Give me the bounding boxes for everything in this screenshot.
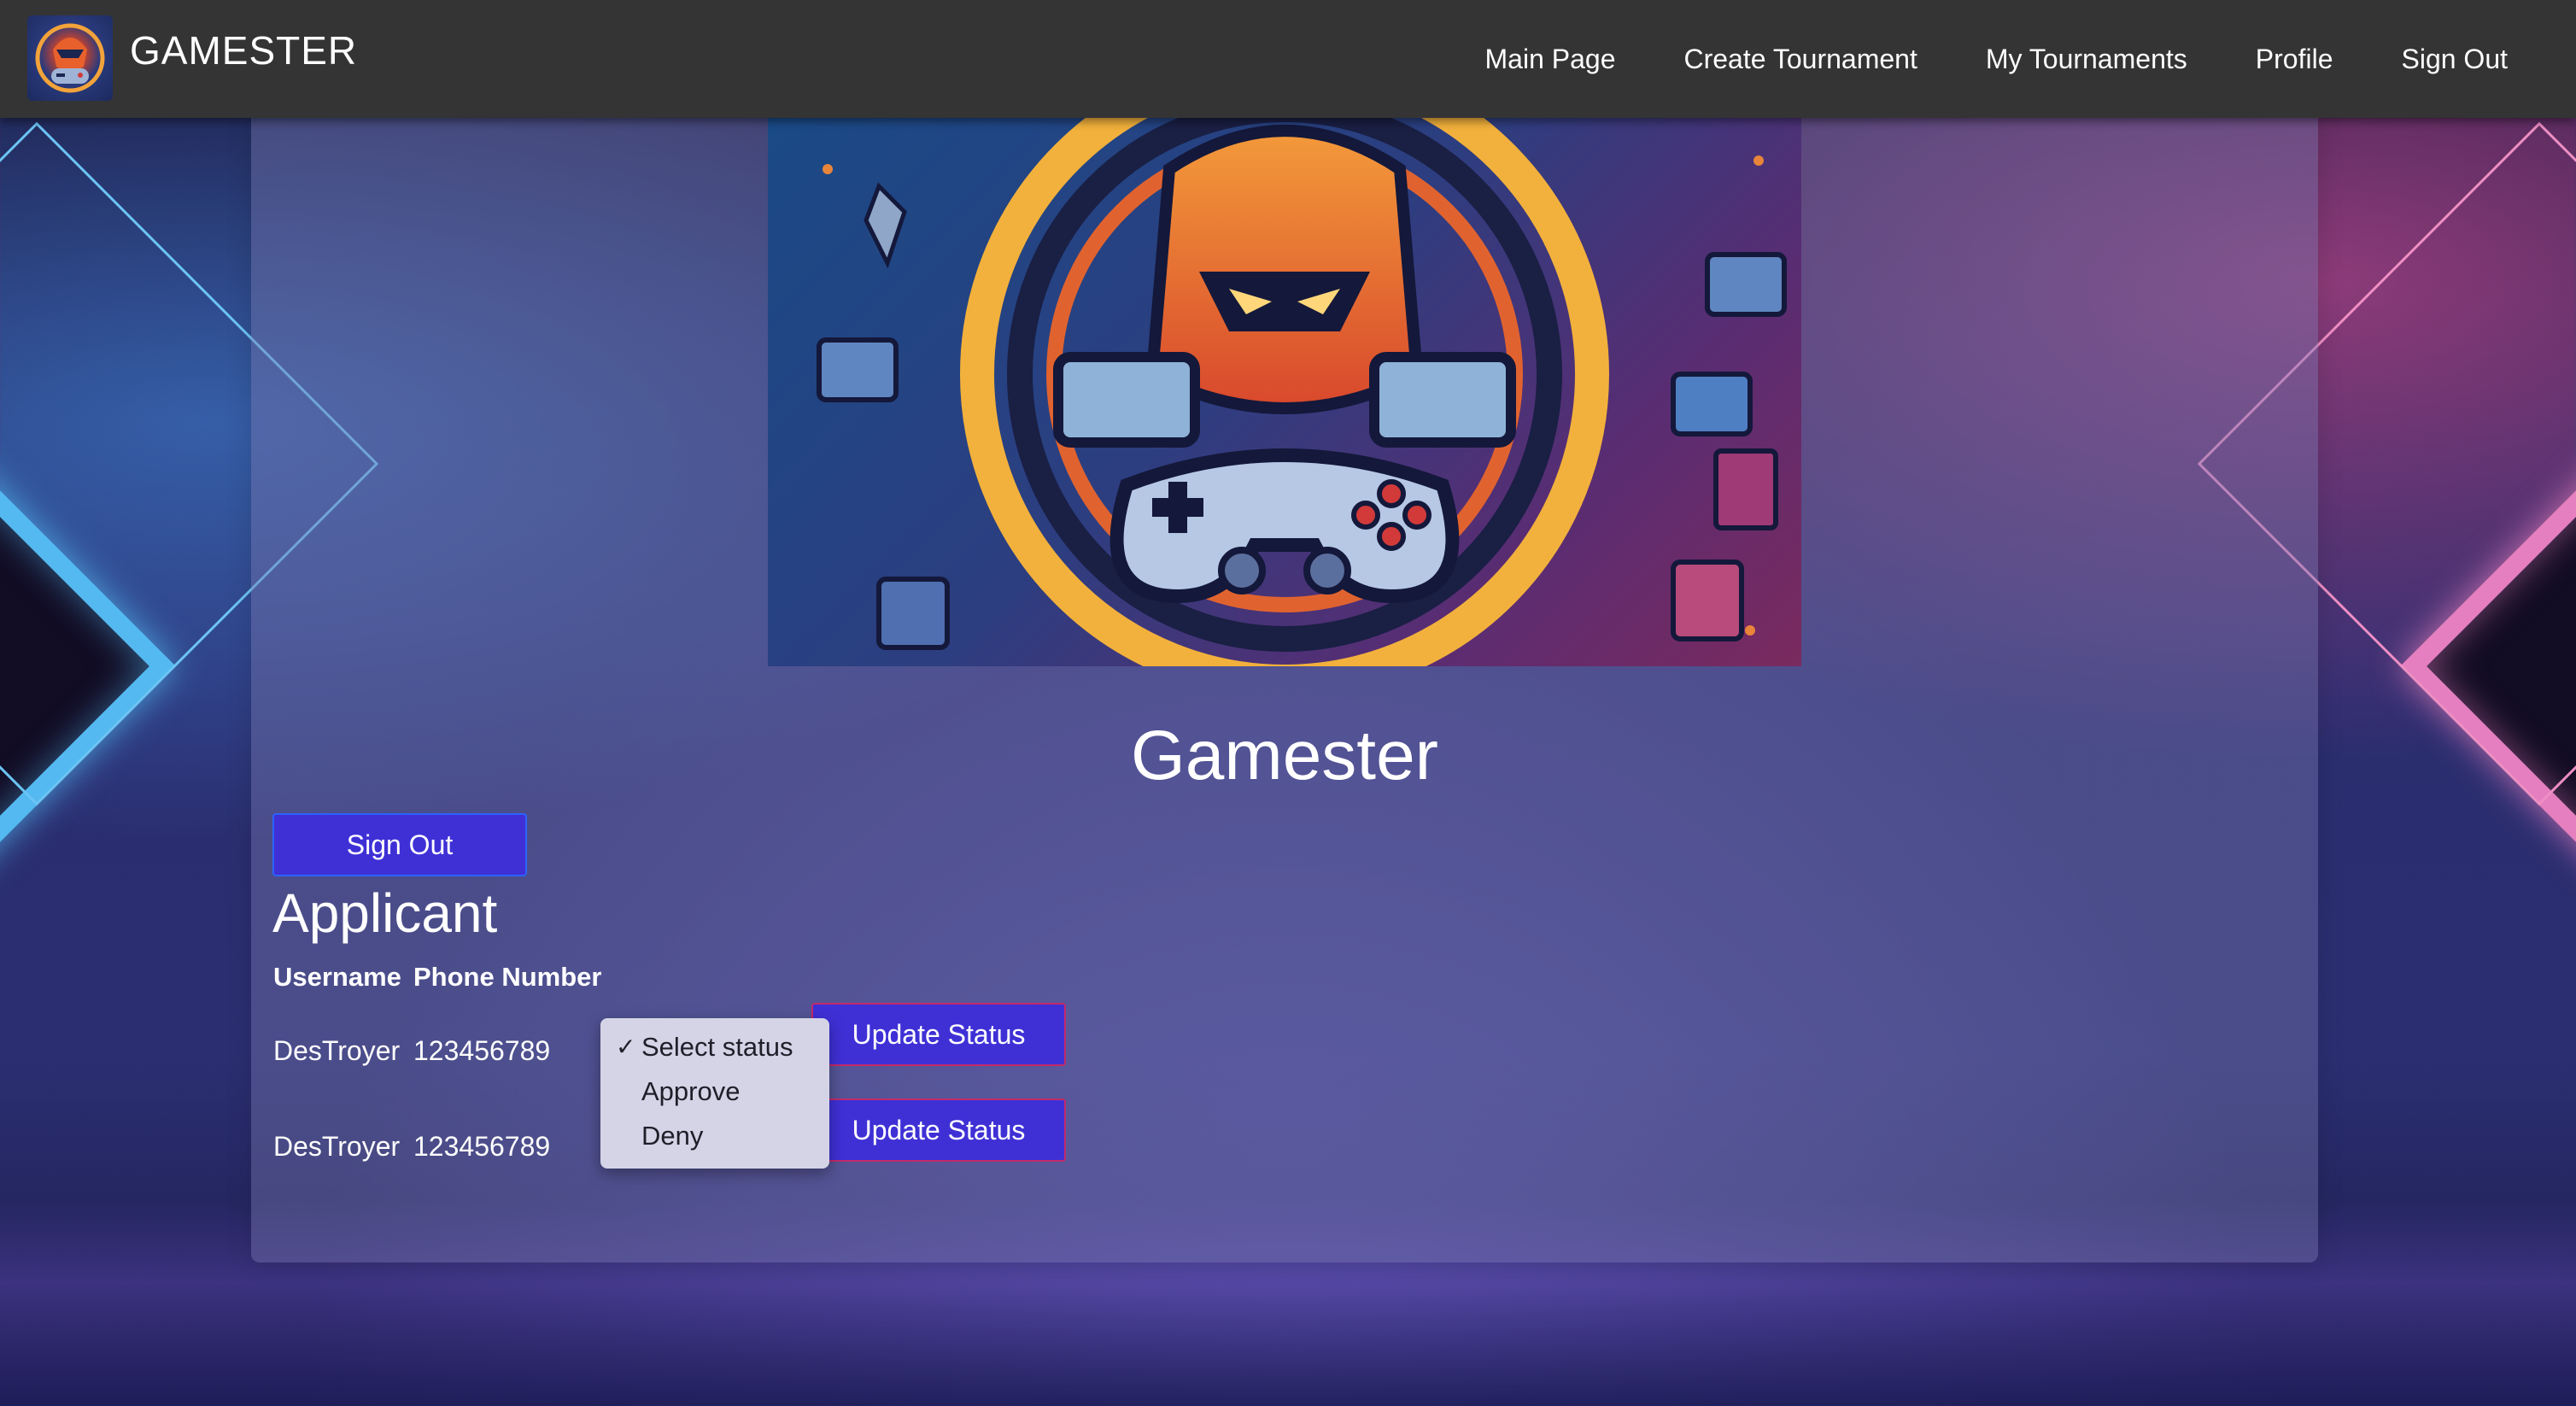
nav-link-profile[interactable]: Profile [2256,44,2333,75]
applicant-phone-cell: 123456789 [413,1131,551,1162]
nav-link-sign-out[interactable]: Sign Out [2401,44,2508,75]
update-status-button[interactable]: Update Status [811,1003,1066,1066]
dropdown-option-select-status[interactable]: ✓ Select status [600,1025,829,1069]
hero-banner-image [768,118,1801,666]
nav-link-create-tournament[interactable]: Create Tournament [1683,44,1917,75]
sign-out-button[interactable]: Sign Out [272,813,527,876]
applicant-phone-cell: 123456789 [413,1035,551,1066]
update-status-button[interactable]: Update Status [811,1098,1066,1162]
top-navbar: GAMESTER Main Page Create Tournament My … [0,0,2576,118]
nav-links: Main Page Create Tournament My Tournamen… [1485,0,2576,118]
dropdown-option-approve[interactable]: Approve [600,1069,829,1114]
applicant-username-cell: DesTroyer [273,1131,401,1162]
dropdown-option-deny[interactable]: Deny [600,1114,829,1158]
column-header-phone-number: Phone Number [413,962,602,992]
applicant-username-cell: DesTroyer [273,1035,401,1066]
status-dropdown-menu[interactable]: ✓ Select status Approve Deny [600,1018,829,1169]
nav-link-main-page[interactable]: Main Page [1485,44,1616,75]
nav-link-my-tournaments[interactable]: My Tournaments [1986,44,2187,75]
dropdown-option-label: Deny [641,1121,704,1151]
checkmark-icon: ✓ [616,1034,636,1060]
main-content-card: Gamester Sign Out Applicant Username Pho… [251,118,2318,1262]
dropdown-option-label: Approve [641,1076,741,1106]
column-header-username: Username [273,962,401,992]
page-title: Gamester [1131,717,1438,794]
brand-name[interactable]: GAMESTER [130,27,357,73]
dropdown-option-label: Select status [641,1032,793,1062]
applicant-heading: Applicant [272,882,498,944]
brand-logo-icon[interactable] [27,15,113,101]
